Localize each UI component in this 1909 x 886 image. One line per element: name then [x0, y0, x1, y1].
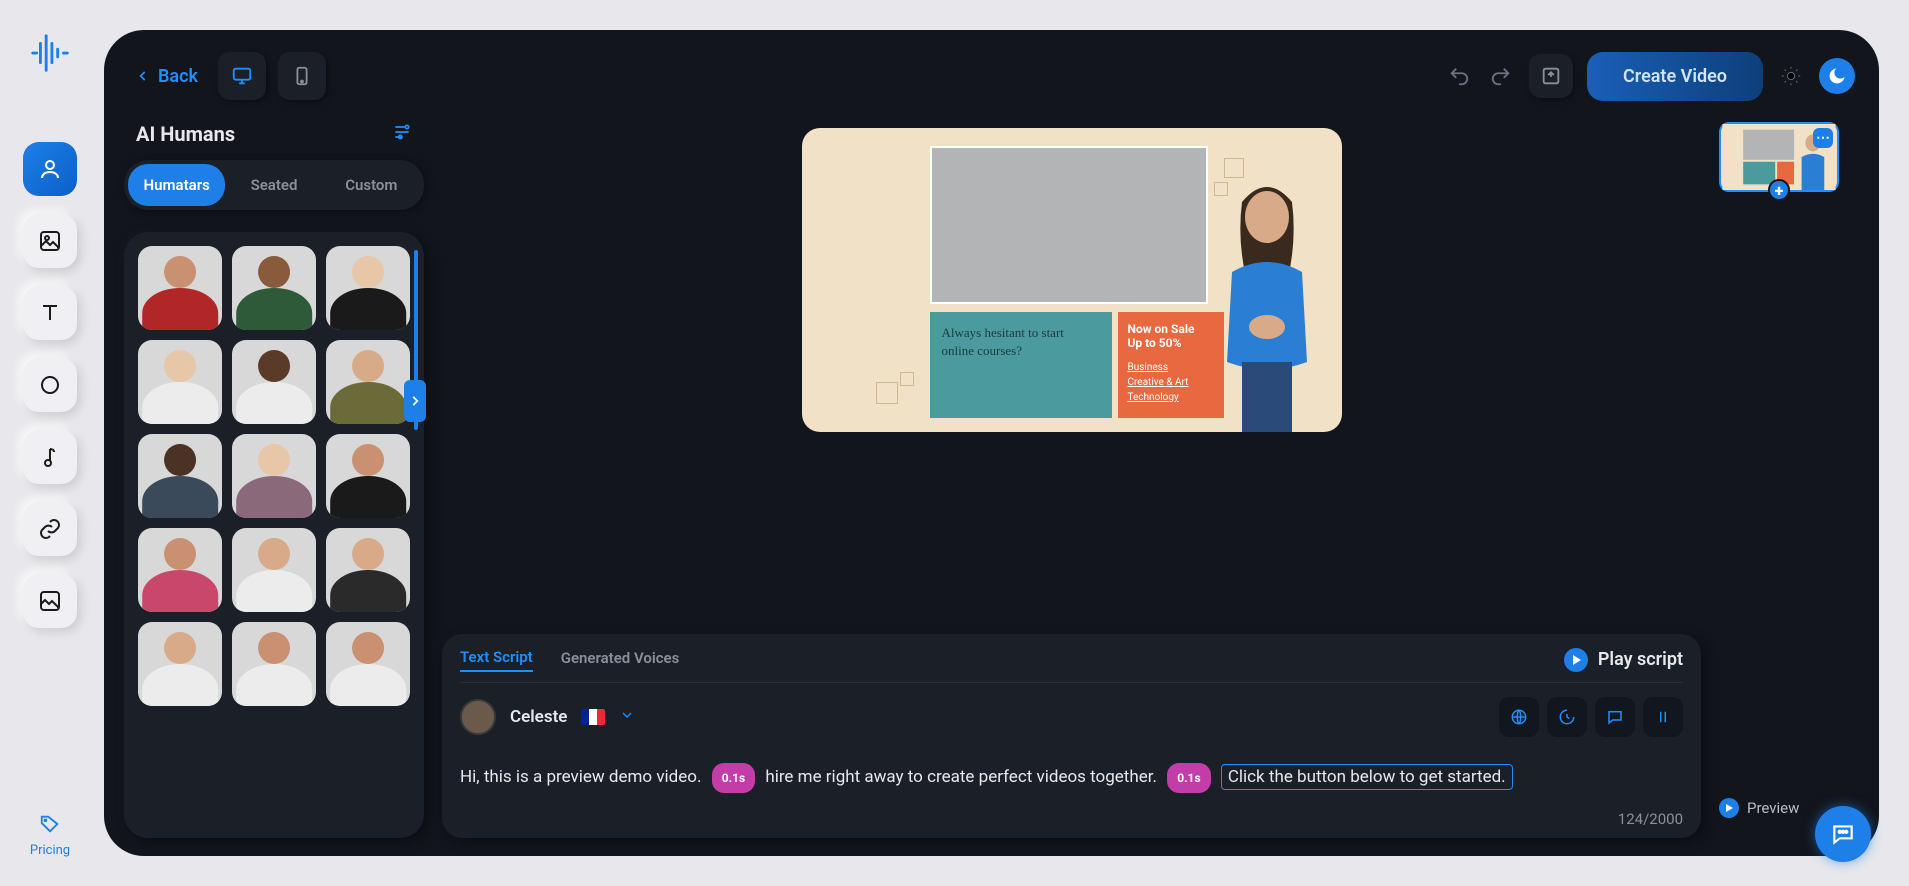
voice-avatar[interactable]: [460, 699, 496, 735]
pause-chip[interactable]: 0.1s: [712, 763, 755, 793]
scene-thumb-1[interactable]: ⋯ +: [1719, 122, 1839, 192]
tab-text-script[interactable]: Text Script: [460, 648, 533, 672]
rail-humans-button[interactable]: [23, 142, 77, 196]
speed-button[interactable]: [1547, 697, 1587, 737]
pricing-icon[interactable]: [39, 813, 61, 839]
avatar-grid-card: [124, 232, 424, 838]
tab-custom[interactable]: Custom: [323, 164, 420, 206]
tab-seated[interactable]: Seated: [225, 164, 322, 206]
avatar-type-tabs: Humatars Seated Custom: [124, 160, 424, 210]
rail-image-button[interactable]: [23, 214, 77, 268]
scenes-column: ⋯ + Preview: [1719, 118, 1859, 838]
scene-menu-button[interactable]: ⋯: [1813, 128, 1833, 148]
avatar-thumb[interactable]: [138, 434, 222, 518]
avatar-thumb[interactable]: [326, 528, 410, 612]
pricing-label[interactable]: Pricing: [30, 843, 70, 858]
tab-humatars[interactable]: Humatars: [128, 164, 225, 206]
language-button[interactable]: [1499, 697, 1539, 737]
avatar-thumb[interactable]: [326, 622, 410, 706]
redo-button[interactable]: [1487, 62, 1515, 90]
chat-support-button[interactable]: [1815, 806, 1871, 862]
avatar-thumb[interactable]: [232, 528, 316, 612]
play-icon: [1564, 648, 1588, 672]
avatar-thumb[interactable]: [138, 528, 222, 612]
sidebar: AI Humans Humatars Seated Custom: [124, 118, 424, 838]
avatar-thumb[interactable]: [138, 340, 222, 424]
char-count: 124/2000: [460, 804, 1683, 828]
left-rail: Pricing: [0, 0, 100, 886]
voice-dropdown-button[interactable]: [619, 707, 635, 727]
filter-button[interactable]: [392, 122, 412, 146]
undo-button[interactable]: [1445, 62, 1473, 90]
add-scene-button[interactable]: +: [1768, 179, 1790, 201]
export-button[interactable]: [1529, 54, 1573, 98]
script-textarea[interactable]: Hi, this is a preview demo video. 0.1s h…: [460, 751, 1683, 804]
avatar-thumb[interactable]: [232, 340, 316, 424]
avatar-thumb[interactable]: [138, 246, 222, 330]
dark-theme-button[interactable]: [1819, 58, 1855, 94]
canvas-preview[interactable]: Always hesitant to start online courses?…: [802, 128, 1342, 432]
rail-link-button[interactable]: [23, 502, 77, 556]
avatar-thumb[interactable]: [138, 622, 222, 706]
canvas-teal-box[interactable]: Always hesitant to start online courses?: [930, 312, 1112, 418]
france-flag-icon: [581, 709, 605, 725]
main-panel: Back Create Video AI Humans Humatars Se: [104, 30, 1879, 856]
comment-button[interactable]: [1595, 697, 1635, 737]
canvas-avatar[interactable]: [1192, 162, 1342, 432]
desktop-view-button[interactable]: [218, 52, 266, 100]
avatar-thumb[interactable]: [326, 246, 410, 330]
rail-shape-button[interactable]: [23, 358, 77, 412]
rail-music-button[interactable]: [23, 430, 77, 484]
rail-text-button[interactable]: [23, 286, 77, 340]
tab-generated-voices[interactable]: Generated Voices: [561, 649, 680, 671]
sidebar-collapse-button[interactable]: [404, 380, 426, 422]
pause-insert-button[interactable]: [1643, 697, 1683, 737]
rail-media-button[interactable]: [23, 574, 77, 628]
play-icon: [1719, 798, 1739, 818]
avatar-thumb[interactable]: [232, 622, 316, 706]
topbar: Back Create Video: [128, 48, 1855, 104]
back-button[interactable]: Back: [128, 66, 206, 87]
center-column: Always hesitant to start online courses?…: [442, 118, 1701, 838]
light-theme-button[interactable]: [1777, 62, 1805, 90]
mobile-view-button[interactable]: [278, 52, 326, 100]
selected-text[interactable]: Click the button below to get started.: [1221, 764, 1513, 790]
app-logo: [27, 30, 73, 76]
script-panel: Text Script Generated Voices Play script…: [442, 634, 1701, 838]
play-script-button[interactable]: Play script: [1564, 648, 1683, 672]
voice-name: Celeste: [510, 707, 567, 727]
sidebar-title: AI Humans: [136, 122, 235, 146]
avatar-thumb[interactable]: [326, 434, 410, 518]
pause-chip[interactable]: 0.1s: [1167, 763, 1210, 793]
back-label: Back: [158, 66, 198, 87]
create-video-button[interactable]: Create Video: [1587, 52, 1763, 101]
avatar-thumb[interactable]: [232, 434, 316, 518]
canvas-image-placeholder[interactable]: [930, 146, 1208, 304]
avatar-thumb[interactable]: [326, 340, 410, 424]
avatar-thumb[interactable]: [232, 246, 316, 330]
